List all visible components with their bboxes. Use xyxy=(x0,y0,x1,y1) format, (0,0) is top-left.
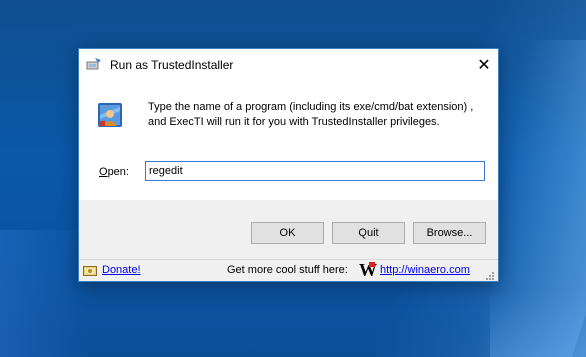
browse-button-label: Browse... xyxy=(426,227,473,239)
run-icon xyxy=(86,57,102,71)
dialog-content: Type the name of a program (including it… xyxy=(79,80,498,200)
promo-text: Get more cool stuff here: xyxy=(227,264,348,276)
program-input[interactable] xyxy=(145,161,485,181)
button-bar: OK Quit Browse... xyxy=(79,200,498,259)
winaero-logo[interactable]: W xyxy=(359,260,377,280)
donate-link[interactable]: Donate! xyxy=(102,264,141,276)
quit-button-label: Quit xyxy=(358,227,379,239)
ok-button[interactable]: OK xyxy=(251,222,324,244)
description-text: Type the name of a program (including it… xyxy=(148,101,474,128)
title-bar[interactable]: Run as TrustedInstaller ✕ xyxy=(79,49,498,80)
browse-button[interactable]: Browse... xyxy=(413,222,486,244)
donate-icon xyxy=(83,264,97,277)
light-ray xyxy=(490,290,586,357)
run-dialog-window: Run as TrustedInstaller ✕ Type the name … xyxy=(78,48,499,282)
desktop-background: Run as TrustedInstaller ✕ Type the name … xyxy=(0,0,586,357)
open-label: Open: xyxy=(99,166,129,178)
resize-grip-icon[interactable] xyxy=(485,268,495,280)
light-ray xyxy=(0,230,90,357)
winaero-link[interactable]: http://winaero.com xyxy=(380,264,470,276)
quit-button[interactable]: Quit xyxy=(332,222,405,244)
user-shield-icon xyxy=(97,102,123,128)
close-button[interactable]: ✕ xyxy=(470,49,498,80)
status-bar: Donate! Get more cool stuff here: W http… xyxy=(79,259,498,281)
logo-accent xyxy=(369,262,375,267)
window-title: Run as TrustedInstaller xyxy=(110,58,234,72)
ok-button-label: OK xyxy=(279,227,296,239)
